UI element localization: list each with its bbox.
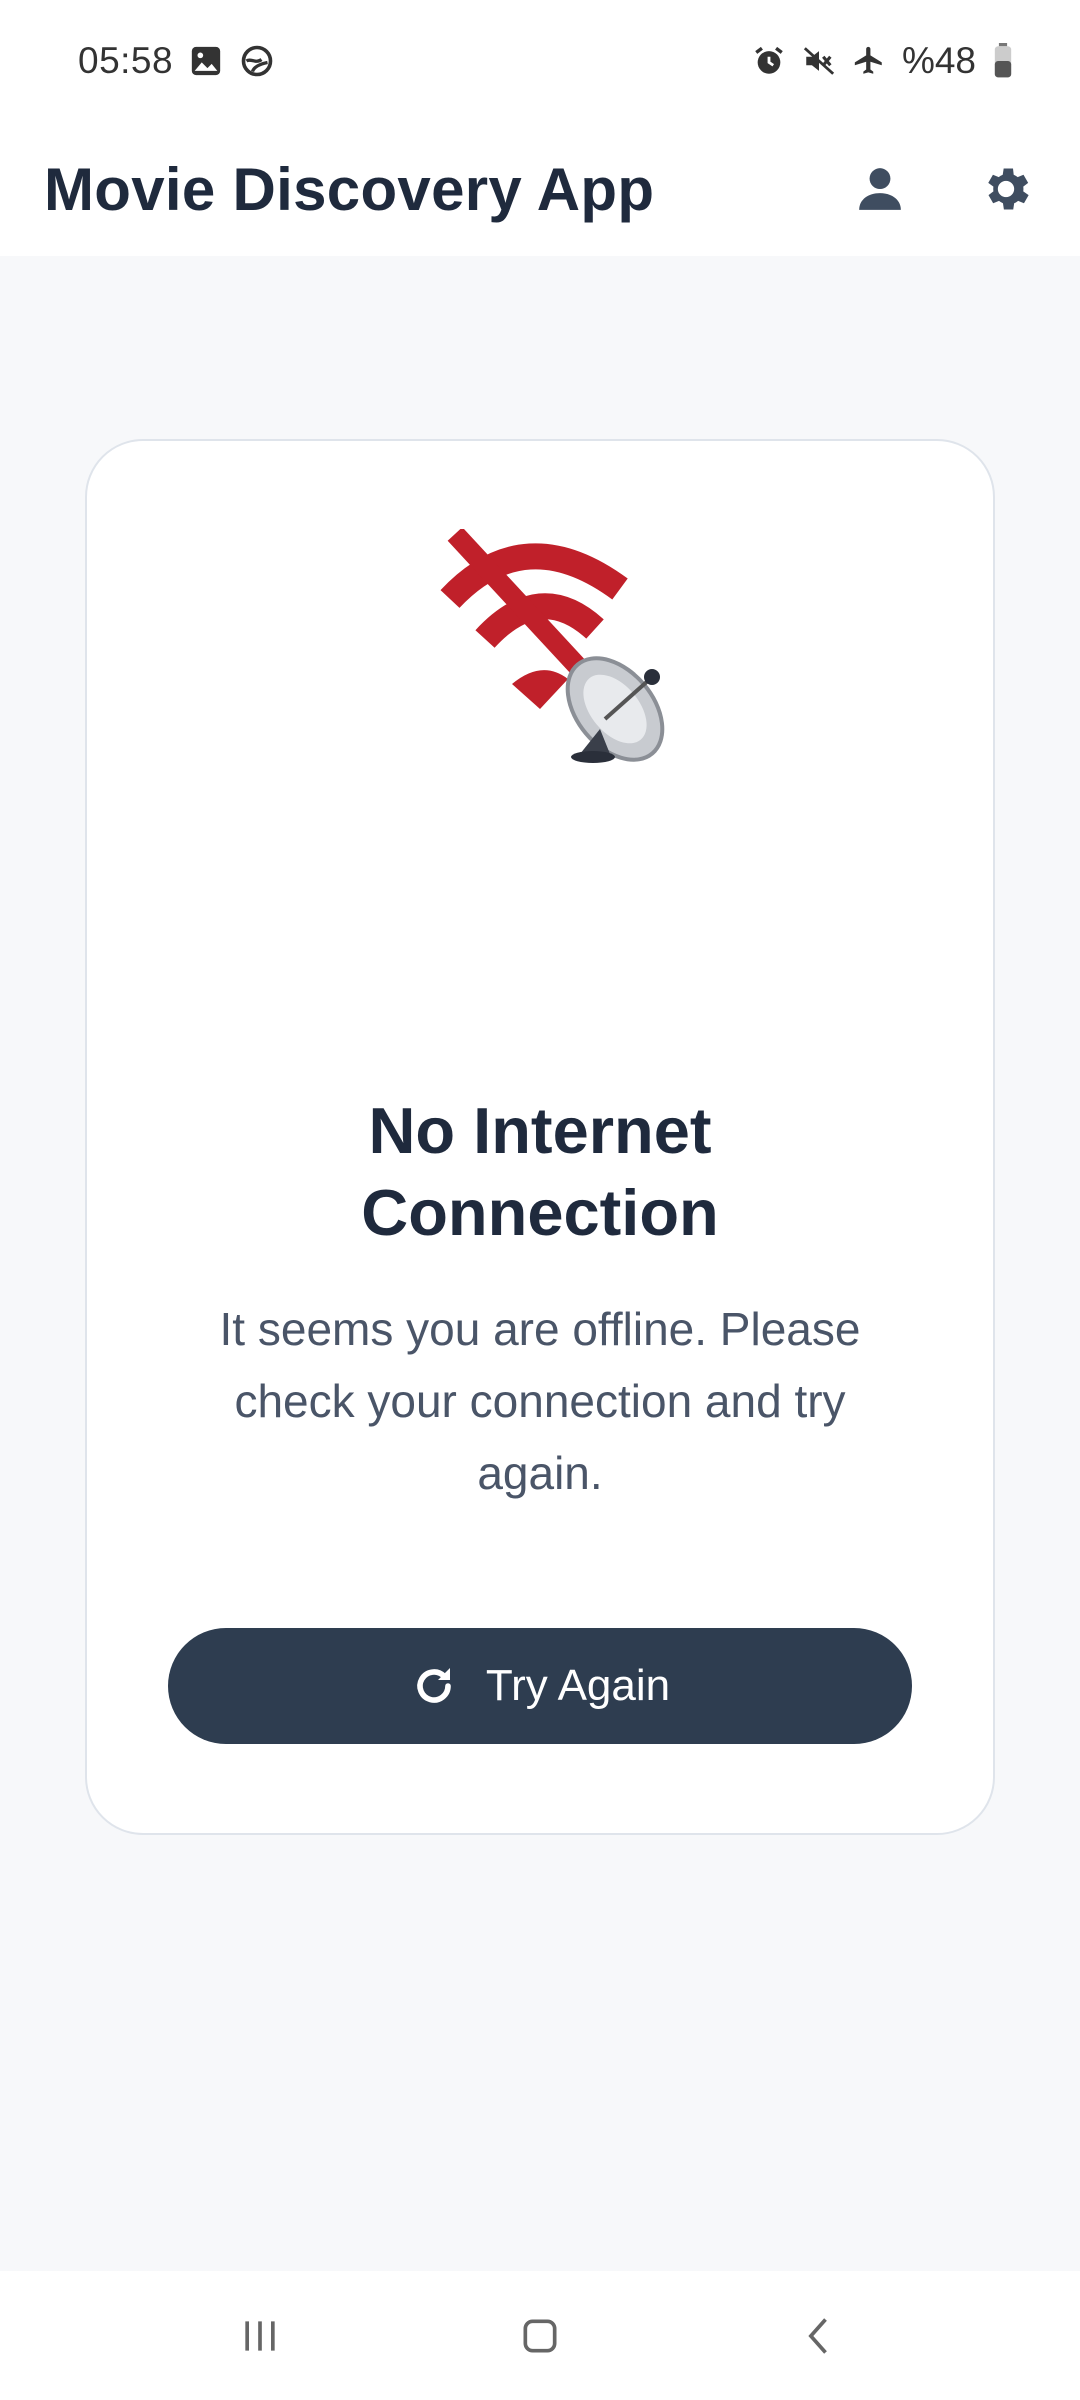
profile-button[interactable] — [848, 157, 912, 221]
battery-percentage: %48 — [901, 40, 976, 81]
gallery-icon — [189, 44, 223, 78]
alarm-icon — [752, 44, 786, 78]
home-icon — [523, 2319, 557, 2352]
recent-apps-icon — [245, 2320, 275, 2351]
settings-button[interactable] — [974, 157, 1038, 221]
system-nav-bar — [0, 2271, 1080, 2400]
back-icon — [808, 2317, 827, 2354]
sync-icon — [239, 43, 275, 79]
mute-icon — [802, 44, 836, 78]
status-bar: 05:58 %48 — [0, 0, 1080, 122]
app-title: Movie Discovery App — [44, 155, 655, 223]
status-time: 05:58 — [78, 40, 174, 81]
back-button[interactable] — [775, 2291, 865, 2381]
error-title-line2: Connection — [361, 1176, 719, 1249]
home-button[interactable] — [495, 2291, 585, 2381]
airplane-icon — [852, 44, 886, 78]
error-title-line1: No Internet — [368, 1094, 712, 1167]
profile-icon — [859, 168, 901, 210]
try-again-label: Try Again — [485, 1661, 671, 1710]
settings-icon — [988, 168, 1029, 210]
battery-icon — [992, 43, 1014, 79]
refresh-icon — [417, 1668, 451, 1703]
try-again-button[interactable]: Try Again — [168, 1628, 912, 1744]
app-bar: Movie Discovery App — [0, 122, 1080, 256]
no-wifi-satellite-icon — [430, 527, 670, 769]
recent-apps-button[interactable] — [215, 2291, 305, 2381]
error-title: No Internet Connection — [85, 1090, 995, 1254]
status-right: %48 — [752, 40, 1014, 82]
app-actions — [848, 157, 1038, 221]
error-message: It seems you are offline. Please check y… — [219, 1303, 861, 1499]
status-left: 05:58 — [78, 40, 275, 82]
